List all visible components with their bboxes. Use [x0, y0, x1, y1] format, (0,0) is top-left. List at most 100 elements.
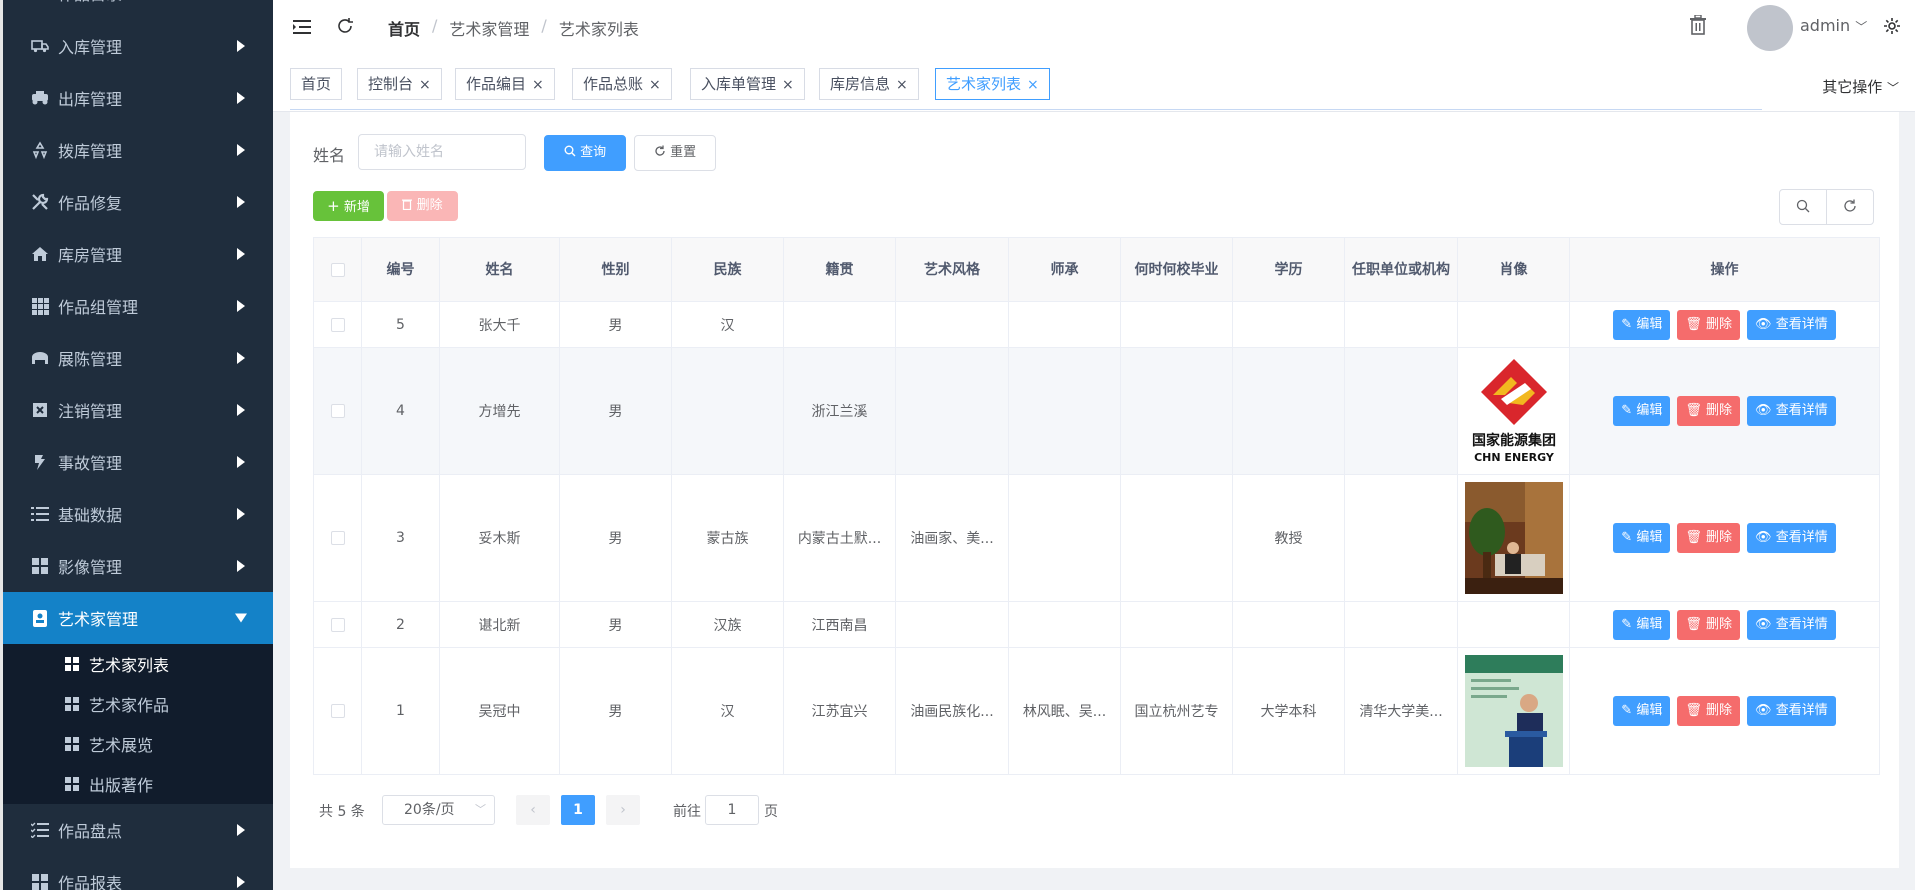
edit-button[interactable]: ✎ 编辑	[1613, 523, 1671, 553]
row-checkbox[interactable]	[330, 317, 345, 332]
search-icon	[564, 145, 580, 160]
select-all-checkbox[interactable]	[330, 262, 345, 277]
edit-button-label: 编辑	[1636, 703, 1663, 718]
close-icon[interactable]: ×	[532, 77, 544, 93]
portrait-photo-image[interactable]	[1464, 655, 1563, 767]
edit-button[interactable]: ✎ 编辑	[1613, 396, 1671, 426]
page-number-current[interactable]: 1	[561, 795, 595, 825]
view-details-button[interactable]: 👁 查看详情	[1747, 309, 1836, 340]
tab-ledger[interactable]: 作品总账 ×	[572, 68, 672, 100]
trash-icon[interactable]	[1689, 14, 1707, 40]
table-row[interactable]: 5 张大千 男 汉 ✎ 编辑 🗑 删除 👁 查看详情	[313, 301, 1880, 348]
close-icon[interactable]: ×	[896, 77, 908, 93]
close-icon[interactable]: ×	[649, 77, 661, 93]
add-button[interactable]: + 新增	[313, 191, 384, 221]
search-toggle-button[interactable]	[1779, 189, 1827, 225]
refresh-table-button[interactable]	[1826, 189, 1874, 225]
prev-page-button[interactable]: ‹	[516, 795, 550, 825]
column-header[interactable]: 民族	[671, 237, 784, 302]
cell-employer	[1344, 347, 1458, 475]
column-header[interactable]: 何时何校毕业	[1120, 237, 1233, 302]
row-checkbox[interactable]	[330, 531, 345, 545]
column-header[interactable]: 学历	[1232, 237, 1345, 302]
delete-row-button[interactable]: 🗑 删除	[1677, 609, 1741, 640]
column-header[interactable]: 编号	[361, 237, 440, 302]
portrait-photo-image[interactable]	[1464, 482, 1563, 594]
sidebar-item-report[interactable]: 作品报表	[3, 856, 273, 890]
view-details-button[interactable]: 👁 查看详情	[1747, 523, 1836, 553]
sidebar-subitem-exhibitions[interactable]: 艺术展览	[3, 724, 273, 764]
close-icon[interactable]: ×	[782, 77, 794, 93]
delete-row-button[interactable]: 🗑 删除	[1677, 696, 1741, 726]
sidebar-subitem-publications[interactable]: 出版著作	[3, 764, 273, 804]
sidebar-item-exhibition[interactable]: 展陈管理	[3, 332, 273, 384]
row-checkbox[interactable]	[330, 404, 345, 418]
sidebar-item-transfer[interactable]: 拨库管理	[3, 124, 273, 176]
column-header[interactable]: 任职单位或机构	[1344, 237, 1458, 302]
sidebar-item-outbound[interactable]: 出库管理	[3, 72, 273, 124]
column-header[interactable]: 肖像	[1457, 237, 1570, 302]
cancel-icon	[30, 400, 50, 420]
row-checkbox[interactable]	[330, 617, 345, 632]
sidebar-item-repair[interactable]: 作品修复	[3, 176, 273, 228]
sidebar-item-image[interactable]: 影像管理	[3, 540, 273, 592]
delete-row-button[interactable]: 🗑 删除	[1677, 396, 1741, 426]
avatar[interactable]	[1747, 5, 1793, 51]
hamburger-icon[interactable]	[293, 16, 311, 40]
row-checkbox[interactable]	[330, 704, 345, 718]
other-operations-dropdown[interactable]: 其它操作 ﹀	[1822, 76, 1899, 97]
tab-storeroom-info[interactable]: 库房信息 ×	[819, 68, 919, 100]
sidebar-item-cancel[interactable]: 注销管理	[3, 384, 273, 436]
portrait-logo-image[interactable]: 国家能源集团 CHN ENERGY	[1464, 355, 1563, 467]
column-header[interactable]: 艺术风格	[895, 237, 1009, 302]
sidebar-item-inbound[interactable]: 入库管理	[3, 20, 273, 72]
sidebar-subitem-artist-works[interactable]: 艺术家作品	[3, 684, 273, 724]
table-row[interactable]: 3 妥木斯 男 蒙古族 内蒙古土默... 油画家、美... 教授 ✎ 编辑 🗑 …	[313, 474, 1880, 602]
column-header[interactable]: 师承	[1008, 237, 1121, 302]
edit-button[interactable]: ✎ 编辑	[1613, 696, 1671, 726]
table-row[interactable]: 1 吴冠中 男 汉 江苏宜兴 油画民族化... 林风眠、吴... 国立杭州艺专 …	[313, 647, 1880, 775]
sidebar-item-inventory[interactable]: 作品盘点	[3, 804, 273, 856]
edit-button[interactable]: ✎ 编辑	[1613, 609, 1671, 640]
sidebar-subitem-artist-list[interactable]: 艺术家列表	[3, 644, 273, 684]
cell-name: 方增先	[439, 347, 560, 475]
column-header[interactable]: 姓名	[439, 237, 560, 302]
page-size-select[interactable]: 20条/页 ﹀	[382, 795, 495, 825]
tab-inbound-orders[interactable]: 入库单管理 ×	[690, 68, 805, 100]
delete-row-button[interactable]: 🗑 删除	[1677, 309, 1741, 340]
close-icon[interactable]: ×	[1027, 77, 1039, 93]
close-icon[interactable]: ×	[419, 77, 431, 93]
delete-row-button[interactable]: 🗑 删除	[1677, 523, 1741, 553]
delete-button[interactable]: 删除	[387, 191, 458, 221]
query-button[interactable]: 查询	[544, 135, 626, 171]
sidebar-item-catalog-partial[interactable]: 作品目录	[0, 0, 273, 10]
view-details-button[interactable]: 👁 查看详情	[1747, 696, 1836, 726]
sidebar-item-artist[interactable]: 艺术家管理	[3, 592, 273, 644]
sidebar-item-basic-data[interactable]: 基础数据	[3, 488, 273, 540]
table-row[interactable]: 4 方增先 男 浙江兰溪 国家能源集团 CHN ENERGY ✎ 编辑 🗑 删除…	[313, 347, 1880, 475]
name-search-input[interactable]: 请输入姓名	[358, 134, 526, 170]
caret-right-icon	[237, 876, 245, 888]
table-row[interactable]: 2 谌北新 男 汉族 江西南昌 ✎ 编辑 🗑 删除 👁 查看详情	[313, 601, 1880, 648]
reset-button[interactable]: 重置	[634, 135, 716, 171]
refresh-icon[interactable]	[336, 16, 354, 40]
sidebar-item-artwork-group[interactable]: 作品组管理	[3, 280, 273, 332]
tab-console[interactable]: 控制台 ×	[357, 68, 442, 100]
column-header[interactable]: 籍贯	[783, 237, 896, 302]
sidebar-item-accident[interactable]: 事故管理	[3, 436, 273, 488]
view-details-button[interactable]: 👁 查看详情	[1747, 396, 1836, 426]
goto-page-input[interactable]: 1	[705, 795, 759, 825]
gear-icon[interactable]	[1883, 16, 1901, 40]
column-header[interactable]: 操作	[1569, 237, 1880, 302]
view-details-button[interactable]: 👁 查看详情	[1747, 609, 1836, 640]
sidebar-item-storeroom[interactable]: 库房管理	[3, 228, 273, 280]
tab-home[interactable]: 首页	[290, 68, 343, 100]
user-menu[interactable]: admin ﹀	[1800, 16, 1867, 35]
tab-catalog[interactable]: 作品编目 ×	[455, 68, 555, 100]
tab-artist-list[interactable]: 艺术家列表 ×	[935, 68, 1050, 100]
column-header[interactable]: 性别	[559, 237, 672, 302]
next-page-button[interactable]: ›	[606, 795, 640, 825]
edit-button[interactable]: ✎ 编辑	[1613, 309, 1671, 340]
breadcrumb-home[interactable]: 首页	[388, 16, 420, 40]
sidebar-subitem-label: 艺术家列表	[89, 656, 170, 675]
